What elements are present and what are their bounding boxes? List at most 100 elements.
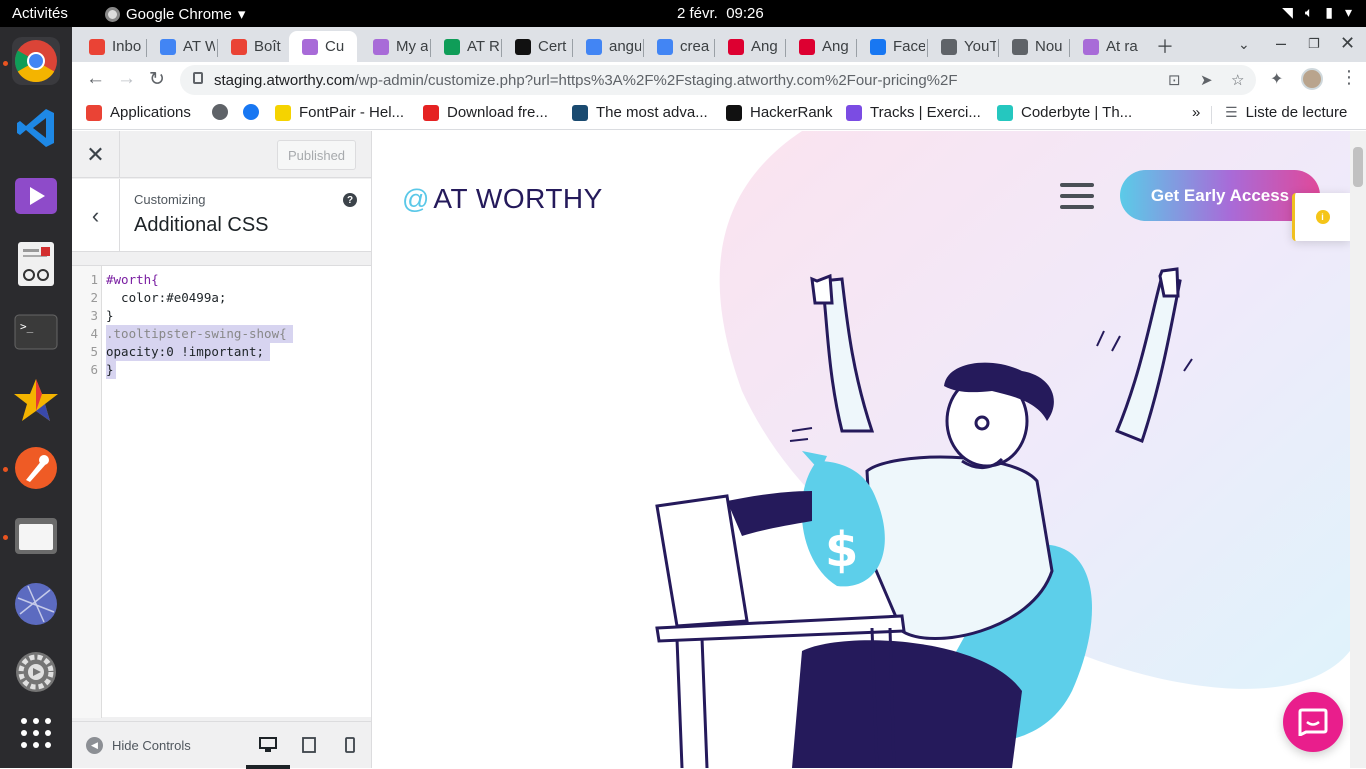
activities-button[interactable]: Activités [12, 5, 68, 22]
back-button[interactable]: ‹ [72, 179, 120, 252]
logo-at-symbol: @ [402, 183, 430, 214]
close-tab-icon[interactable]: ✕ [355, 38, 357, 56]
bookmark-item[interactable]: Coderbyte | Th... [997, 104, 1132, 121]
dock-starred-app[interactable] [12, 376, 60, 424]
minimize-button[interactable]: – [1276, 33, 1286, 54]
preview-desktop-button[interactable] [246, 736, 290, 769]
css-code-editor[interactable]: 1 2 3 4 5 6 #worth{ color:#e0499a; } .to… [72, 265, 371, 718]
hexagon-icon [423, 104, 439, 121]
browser-tab[interactable]: At ra [1070, 31, 1138, 62]
scrollbar-thumb[interactable] [1353, 147, 1363, 187]
browser-tab[interactable]: Ang [786, 31, 854, 62]
browser-tab[interactable]: Face [857, 31, 925, 62]
tab-title: Inbo [112, 38, 142, 55]
info-icon: i [1315, 210, 1330, 224]
browser-tab[interactable]: My a [360, 31, 428, 62]
dock-files[interactable] [12, 512, 60, 560]
back-button[interactable]: ← [86, 68, 105, 90]
dock-chrome[interactable] [12, 37, 60, 85]
section-title: Additional CSS [134, 214, 269, 236]
facebook-icon [243, 104, 259, 120]
desktop-icon [259, 737, 277, 752]
caret-down-icon: ▾ [237, 6, 246, 23]
star-icon [14, 379, 58, 421]
dock-vscode[interactable] [12, 104, 60, 152]
dock-video-player[interactable] [12, 172, 60, 220]
dock-browser[interactable] [12, 580, 60, 628]
reading-list-button[interactable]: ☰ Liste de lecture [1225, 104, 1347, 121]
browser-tab[interactable]: angu [573, 31, 641, 62]
logo-wordmark: AT WORTHY [433, 183, 603, 214]
extensions-icon[interactable]: ✦ [1270, 69, 1283, 89]
browser-tab[interactable]: Boît [218, 31, 286, 62]
browser-tab[interactable]: Cu ✕ [289, 31, 357, 62]
profile-avatar[interactable] [1301, 68, 1323, 90]
publish-button[interactable]: Published [277, 140, 356, 170]
customizer-header: ✕ Published [72, 131, 371, 178]
bookmark-item[interactable]: Applications [86, 104, 191, 121]
bookmark-item[interactable]: The most adva... [572, 104, 708, 121]
show-applications-button[interactable] [12, 709, 60, 757]
help-icon[interactable]: ? [343, 193, 357, 207]
bookmark-label: FontPair - Hel... [299, 104, 405, 121]
bookmark-item[interactable] [243, 104, 259, 120]
browser-tab[interactable]: Ang [715, 31, 783, 62]
forward-button[interactable]: → [117, 68, 136, 90]
site-preview: $ @ AT WORTHY Get Early Access i [372, 131, 1350, 768]
bookmark-star-icon[interactable]: ☆ [1231, 71, 1244, 89]
hamburger-menu-icon[interactable] [1060, 183, 1094, 209]
reload-button[interactable]: ↻ [149, 68, 165, 91]
document-viewer-icon [18, 242, 54, 286]
send-to-device-icon[interactable]: ➤ [1200, 71, 1213, 89]
browser-tab[interactable]: AT W [147, 31, 215, 62]
chat-launcher-button[interactable] [1283, 692, 1343, 752]
code-line: #worth{ [106, 272, 159, 287]
more-menu-icon[interactable]: ⋮ [1340, 67, 1358, 88]
clock[interactable]: 2 févr. 09:26 [677, 5, 764, 22]
browser-tab[interactable]: Inbo [76, 31, 144, 62]
bookmarks-overflow-button[interactable]: » [1192, 104, 1200, 121]
preview-scrollbar[interactable] [1350, 131, 1366, 768]
get-early-access-button[interactable]: Get Early Access [1120, 170, 1320, 221]
f-icon [572, 104, 588, 121]
address-bar[interactable]: staging.atworthy.com/wp-admin/customize.… [180, 65, 1256, 95]
hero-illustration: $ [655, 131, 1350, 768]
tab-title: AT R [467, 38, 499, 55]
preview-tablet-button[interactable] [299, 736, 319, 754]
tab-title: Cert [538, 38, 567, 55]
globe-icon [941, 38, 957, 55]
dock-postman[interactable] [12, 444, 60, 492]
notice-panel[interactable]: i [1292, 193, 1350, 241]
translate-icon[interactable]: ⊡ [1168, 71, 1181, 89]
maximize-button[interactable]: ❐ [1308, 36, 1320, 52]
preview-mobile-button[interactable] [340, 736, 360, 754]
bookmark-item[interactable]: HackerRank [726, 104, 833, 121]
browser-tab[interactable]: crea [644, 31, 712, 62]
tab-title: angu [609, 38, 641, 55]
tab-search-button[interactable]: ⌄ [1238, 36, 1250, 53]
window-close-button[interactable]: ✕ [1340, 33, 1355, 54]
browser-tab[interactable]: Nou [999, 31, 1067, 62]
browser-tab[interactable]: YouT [928, 31, 996, 62]
browser-tab[interactable]: Cert [502, 31, 570, 62]
browser-tab[interactable]: AT R [431, 31, 499, 62]
site-logo[interactable]: @ AT WORTHY [402, 183, 603, 215]
bookmark-item[interactable]: FontPair - Hel... [275, 104, 404, 121]
new-tab-button[interactable]: ＋ [1156, 33, 1174, 59]
system-tray[interactable]: ◥ 🔈︎ ▮ ▾ [1282, 4, 1352, 21]
bookmark-item[interactable]: Tracks | Exerci... [846, 104, 981, 121]
app-menu[interactable]: Google Chrome ▾ [105, 5, 245, 23]
b-icon [515, 38, 531, 55]
bookmark-item[interactable] [212, 104, 228, 120]
fontpair-icon [275, 104, 291, 121]
close-customizer-button[interactable]: ✕ [72, 131, 120, 178]
bookmark-item[interactable]: Download fre... [423, 104, 548, 121]
dock-document-viewer[interactable] [12, 240, 60, 288]
dock-settings[interactable] [12, 648, 60, 696]
dock-terminal[interactable]: >_ [12, 308, 60, 356]
line-number: 1 [90, 272, 98, 287]
hide-controls-button[interactable]: ◀ Hide Controls [86, 737, 191, 754]
code-line-selected: .tooltipster-swing-show{ [106, 325, 293, 343]
apps-grid-icon [86, 104, 102, 121]
gmail-icon [89, 38, 105, 55]
